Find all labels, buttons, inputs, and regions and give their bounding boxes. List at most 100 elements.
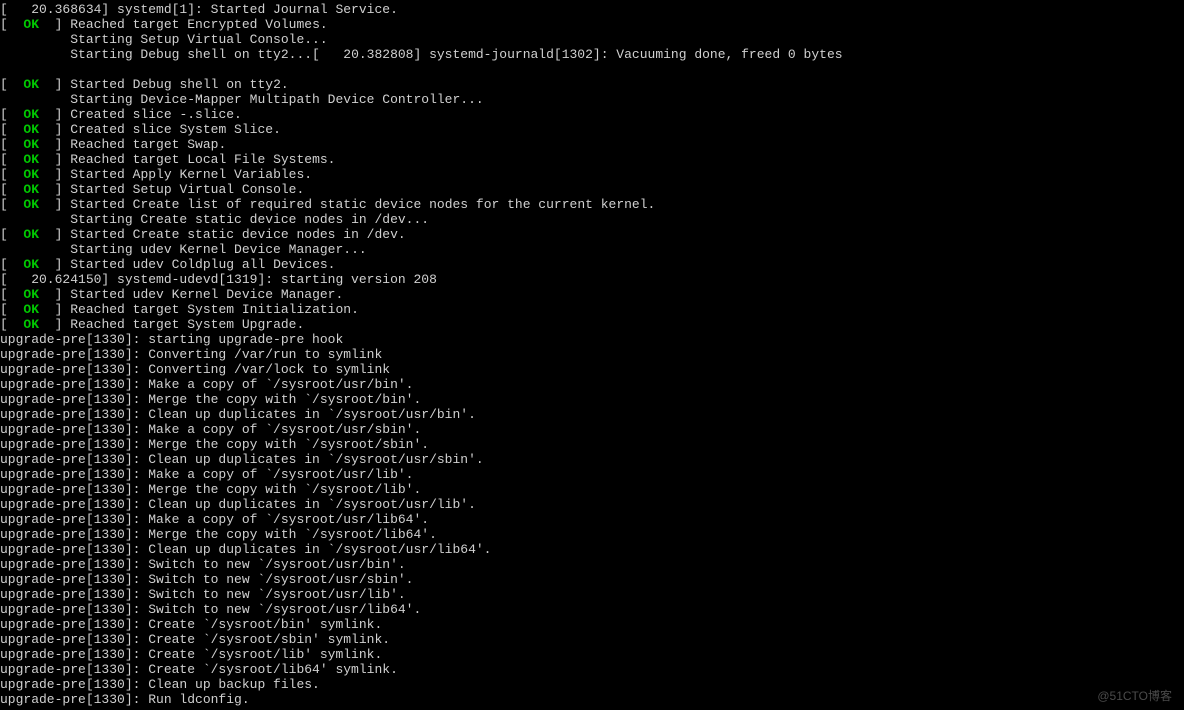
console-line: [ OK ] Started Setup Virtual Console.	[0, 182, 1184, 197]
bracket-open: [	[0, 257, 23, 272]
console-line: upgrade-pre[1330]: Clean up duplicates i…	[0, 542, 1184, 557]
bracket-close: ]	[39, 107, 70, 122]
indent-pad	[0, 32, 70, 47]
console-message: upgrade-pre[1330]: Make a copy of `/sysr…	[0, 467, 413, 482]
status-ok: OK	[23, 152, 39, 167]
console-line	[0, 62, 1184, 77]
console-message: Started udev Coldplug all Devices.	[70, 257, 335, 272]
console-line: [ OK ] Created slice -.slice.	[0, 107, 1184, 122]
console-message: Started Create static device nodes in /d…	[70, 227, 405, 242]
bracket-open: [	[0, 182, 23, 197]
status-ok: OK	[23, 137, 39, 152]
console-message: upgrade-pre[1330]: Clean up duplicates i…	[0, 497, 476, 512]
console-message: Starting Debug shell on tty2...[ 20.3828…	[70, 47, 842, 62]
bracket-open: [	[0, 107, 23, 122]
console-line: upgrade-pre[1330]: Clean up duplicates i…	[0, 452, 1184, 467]
console-line: Starting Setup Virtual Console...	[0, 32, 1184, 47]
bracket-close: ]	[39, 152, 70, 167]
status-ok: OK	[23, 302, 39, 317]
console-message: Starting Setup Virtual Console...	[70, 32, 327, 47]
bracket-close: ]	[39, 167, 70, 182]
status-ok: OK	[23, 227, 39, 242]
status-ok: OK	[23, 317, 39, 332]
console-message: upgrade-pre[1330]: Run ldconfig.	[0, 692, 250, 707]
bracket-close: ]	[39, 77, 70, 92]
console-message: upgrade-pre[1330]: Converting /var/run t…	[0, 347, 382, 362]
console-message: [ 20.368634] systemd[1]: Started Journal…	[0, 2, 398, 17]
status-ok: OK	[23, 167, 39, 182]
boot-console: [ 20.368634] systemd[1]: Started Journal…	[0, 0, 1184, 707]
status-ok: OK	[23, 77, 39, 92]
bracket-close: ]	[39, 137, 70, 152]
bracket-open: [	[0, 227, 23, 242]
console-message: Reached target Swap.	[70, 137, 226, 152]
console-message: upgrade-pre[1330]: Create `/sysroot/sbin…	[0, 632, 390, 647]
console-message: Reached target Encrypted Volumes.	[70, 17, 327, 32]
bracket-open: [	[0, 137, 23, 152]
console-line: upgrade-pre[1330]: Merge the copy with `…	[0, 392, 1184, 407]
console-message: [ 20.624150] systemd-udevd[1319]: starti…	[0, 272, 437, 287]
console-message: upgrade-pre[1330]: Switch to new `/sysro…	[0, 557, 406, 572]
console-line: upgrade-pre[1330]: Merge the copy with `…	[0, 527, 1184, 542]
console-message: upgrade-pre[1330]: Make a copy of `/sysr…	[0, 377, 413, 392]
console-line: [ OK ] Started Create list of required s…	[0, 197, 1184, 212]
bracket-open: [	[0, 122, 23, 137]
bracket-open: [	[0, 302, 23, 317]
console-line: upgrade-pre[1330]: Create `/sysroot/lib'…	[0, 647, 1184, 662]
console-line: upgrade-pre[1330]: Clean up duplicates i…	[0, 497, 1184, 512]
console-line: upgrade-pre[1330]: Merge the copy with `…	[0, 482, 1184, 497]
console-line: Starting Device-Mapper Multipath Device …	[0, 92, 1184, 107]
console-line: upgrade-pre[1330]: Create `/sysroot/sbin…	[0, 632, 1184, 647]
console-message: upgrade-pre[1330]: starting upgrade-pre …	[0, 332, 343, 347]
console-message: upgrade-pre[1330]: Make a copy of `/sysr…	[0, 422, 421, 437]
console-message: upgrade-pre[1330]: Clean up duplicates i…	[0, 542, 491, 557]
status-ok: OK	[23, 257, 39, 272]
console-line: upgrade-pre[1330]: Switch to new `/sysro…	[0, 557, 1184, 572]
console-message: Created slice System Slice.	[70, 122, 281, 137]
console-message: Starting Create static device nodes in /…	[70, 212, 429, 227]
console-message: Started Apply Kernel Variables.	[70, 167, 312, 182]
console-line: Starting Debug shell on tty2...[ 20.3828…	[0, 47, 1184, 62]
console-line: Starting udev Kernel Device Manager...	[0, 242, 1184, 257]
console-line: [ OK ] Reached target System Upgrade.	[0, 317, 1184, 332]
console-line: upgrade-pre[1330]: Switch to new `/sysro…	[0, 587, 1184, 602]
console-message: Reached target System Initialization.	[70, 302, 359, 317]
console-line: [ OK ] Created slice System Slice.	[0, 122, 1184, 137]
console-line: [ OK ] Started udev Kernel Device Manage…	[0, 287, 1184, 302]
bracket-open: [	[0, 17, 23, 32]
console-message: upgrade-pre[1330]: Switch to new `/sysro…	[0, 572, 413, 587]
console-line: Starting Create static device nodes in /…	[0, 212, 1184, 227]
console-line: [ OK ] Started Debug shell on tty2.	[0, 77, 1184, 92]
console-message: upgrade-pre[1330]: Clean up duplicates i…	[0, 407, 476, 422]
console-line: upgrade-pre[1330]: Create `/sysroot/lib6…	[0, 662, 1184, 677]
console-line: upgrade-pre[1330]: Make a copy of `/sysr…	[0, 422, 1184, 437]
console-message: Started udev Kernel Device Manager.	[70, 287, 343, 302]
indent-pad	[0, 212, 70, 227]
console-line: [ 20.368634] systemd[1]: Started Journal…	[0, 2, 1184, 17]
status-ok: OK	[23, 287, 39, 302]
status-ok: OK	[23, 107, 39, 122]
status-ok: OK	[23, 182, 39, 197]
bracket-close: ]	[39, 302, 70, 317]
console-message: upgrade-pre[1330]: Switch to new `/sysro…	[0, 602, 421, 617]
console-message: upgrade-pre[1330]: Clean up backup files…	[0, 677, 320, 692]
bracket-open: [	[0, 197, 23, 212]
console-line: upgrade-pre[1330]: Switch to new `/sysro…	[0, 602, 1184, 617]
bracket-close: ]	[39, 17, 70, 32]
console-message: upgrade-pre[1330]: Merge the copy with `…	[0, 392, 421, 407]
status-ok: OK	[23, 17, 39, 32]
console-message: upgrade-pre[1330]: Converting /var/lock …	[0, 362, 390, 377]
console-line: upgrade-pre[1330]: Create `/sysroot/bin'…	[0, 617, 1184, 632]
console-message: upgrade-pre[1330]: Make a copy of `/sysr…	[0, 512, 429, 527]
console-line: [ OK ] Reached target Swap.	[0, 137, 1184, 152]
console-message: Started Debug shell on tty2.	[70, 77, 288, 92]
console-message: upgrade-pre[1330]: Merge the copy with `…	[0, 482, 421, 497]
console-line: upgrade-pre[1330]: Make a copy of `/sysr…	[0, 377, 1184, 392]
console-line: [ OK ] Reached target Encrypted Volumes.	[0, 17, 1184, 32]
console-message: upgrade-pre[1330]: Create `/sysroot/lib'…	[0, 647, 382, 662]
console-line: upgrade-pre[1330]: starting upgrade-pre …	[0, 332, 1184, 347]
console-message: Started Setup Virtual Console.	[70, 182, 304, 197]
console-line: [ OK ] Started Create static device node…	[0, 227, 1184, 242]
console-line: upgrade-pre[1330]: Run ldconfig.	[0, 692, 1184, 707]
console-line: [ OK ] Reached target Local File Systems…	[0, 152, 1184, 167]
